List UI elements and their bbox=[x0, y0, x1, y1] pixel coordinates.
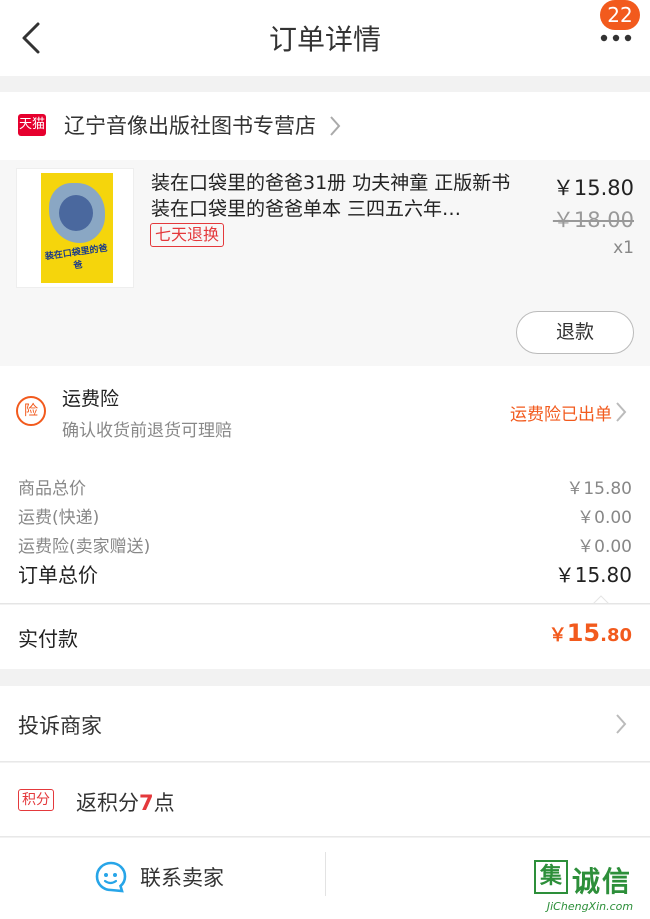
divider bbox=[0, 603, 650, 604]
summary-label: 商品总价 bbox=[18, 479, 86, 499]
insurance-subtitle: 确认收货前退货可理赔 bbox=[62, 421, 232, 441]
page-title: 订单详情 bbox=[268, 23, 381, 56]
insurance-status[interactable]: 运费险已出单 bbox=[510, 400, 612, 425]
points-text: 返积分7点 bbox=[76, 791, 175, 815]
order-total-label: 订单总价 bbox=[18, 563, 98, 587]
seven-day-return-tag: 七天退换 bbox=[150, 223, 225, 247]
order-total-value: ￥15.80 bbox=[554, 563, 632, 587]
summary-label: 运费险(卖家赠送) bbox=[18, 537, 151, 557]
store-header[interactable]: 天猫 辽宁音像出版社图书专营店 bbox=[0, 92, 650, 160]
chat-bubble-icon[interactable] bbox=[94, 860, 128, 894]
contact-seller-button[interactable]: 联系卖家 bbox=[140, 862, 224, 892]
summary-value: ￥0.00 bbox=[577, 508, 632, 528]
paid-amount: ￥15.80 bbox=[548, 619, 632, 647]
complain-label: 投诉商家 bbox=[18, 714, 102, 738]
insurance-title: 运费险 bbox=[62, 388, 120, 410]
tmall-logo: 天猫 bbox=[18, 114, 46, 136]
bottom-bar: 联系卖家 集 诚信 JiChengXin.com bbox=[0, 838, 650, 919]
nav-bar: 订单详情 22 bbox=[0, 0, 650, 76]
watermark-logo: 集 诚信 JiChengXin.com bbox=[532, 860, 648, 916]
store-name[interactable]: 辽宁音像出版社图书专营店 bbox=[64, 110, 316, 140]
book-cover: 装在口袋里的爸爸 bbox=[41, 173, 113, 283]
notification-badge: 22 bbox=[600, 0, 640, 30]
points-tag: 积分 bbox=[18, 789, 54, 811]
quantity: x1 bbox=[613, 238, 634, 258]
price-summary: 商品总价 ￥15.80 运费(快递) ￥0.00 运费险(卖家赠送) ￥0.00… bbox=[0, 458, 650, 604]
more-icon[interactable] bbox=[598, 28, 634, 48]
summary-value: ￥0.00 bbox=[577, 537, 632, 557]
refund-button[interactable]: 退款 bbox=[516, 311, 634, 354]
paid-label: 实付款 bbox=[18, 627, 78, 651]
summary-label: 运费(快递) bbox=[18, 508, 100, 528]
original-price: ￥18.00 bbox=[552, 208, 634, 232]
chevron-right-icon bbox=[330, 116, 341, 136]
product-cover-image[interactable]: 装在口袋里的爸爸 bbox=[16, 168, 134, 288]
points-row: 积分 返积分7点 bbox=[0, 763, 650, 837]
cover-title-text: 装在口袋里的爸爸 bbox=[44, 243, 109, 272]
chevron-right-icon bbox=[616, 714, 627, 734]
product-price: ￥15.80 bbox=[552, 176, 634, 200]
summary-value: ￥15.80 bbox=[566, 479, 632, 499]
shipping-insurance-row[interactable]: 险 运费险 确认收货前退货可理赔 运费险已出单 bbox=[0, 366, 650, 458]
chevron-right-icon bbox=[616, 402, 627, 422]
paid-amount-row: 实付款 ￥15.80 bbox=[0, 605, 650, 669]
order-item[interactable]: 装在口袋里的爸爸 装在口袋里的爸爸31册 功夫神童 正版新书 装在口袋里的爸爸单… bbox=[0, 160, 650, 366]
divider bbox=[325, 852, 326, 896]
complain-merchant-row[interactable]: 投诉商家 bbox=[0, 686, 650, 762]
points-value: 7 bbox=[139, 791, 154, 815]
product-title[interactable]: 装在口袋里的爸爸31册 功夫神童 正版新书 装在口袋里的爸爸单本 三四五六年… bbox=[151, 170, 521, 222]
insurance-icon: 险 bbox=[16, 396, 46, 426]
